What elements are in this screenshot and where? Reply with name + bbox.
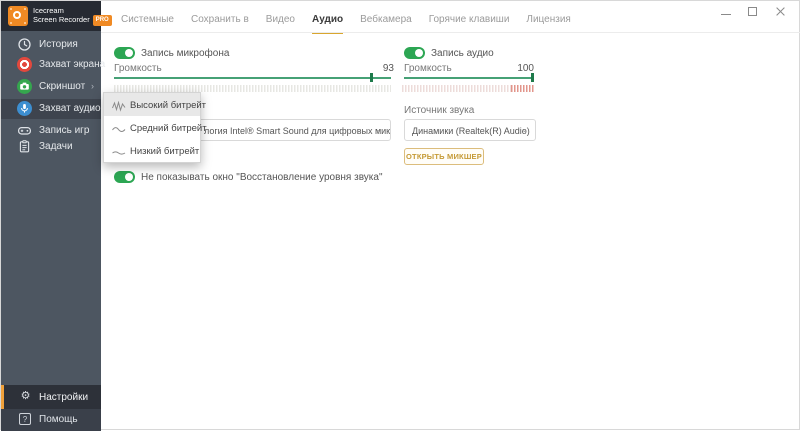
- audio-volume-value: 100: [517, 63, 534, 74]
- help-icon: ?: [19, 413, 31, 425]
- audio-record-toggle-label: Запись аудио: [431, 48, 494, 59]
- waveform-high-icon: [112, 101, 126, 112]
- chevron-right-icon: ›: [91, 59, 94, 69]
- minimize-button[interactable]: [720, 6, 732, 18]
- waveform-low-icon: [112, 151, 126, 155]
- hide-volume-restore-label: Не показывать окно "Восстановление уровн…: [141, 172, 383, 183]
- menu-item-low-bitrate[interactable]: Низкий битрейт: [104, 139, 200, 162]
- app-logo-icon: [8, 6, 28, 26]
- record-icon: [17, 57, 33, 73]
- mic-level-meter: [114, 85, 391, 92]
- sidebar-item-history[interactable]: История: [1, 35, 101, 55]
- sidebar-item-screen-capture[interactable]: Захват экрана ›: [1, 55, 105, 75]
- mic-volume-slider[interactable]: [114, 73, 391, 82]
- mic-record-toggle[interactable]: [114, 47, 135, 59]
- audio-record-toggle[interactable]: [404, 47, 425, 59]
- sidebar-item-audio-capture[interactable]: Захват аудио ›: [1, 99, 101, 119]
- close-button[interactable]: [775, 6, 787, 18]
- minimize-icon: [721, 14, 731, 15]
- active-accent-bar: [1, 385, 4, 409]
- settings-tabbar: Системные Сохранить в Видео Аудио Вебкам…: [121, 14, 571, 34]
- audio-source-label: Источник звука: [404, 105, 475, 116]
- mic-device-select-value: логия Intel® Smart Sound для цифровых ми…: [204, 126, 391, 136]
- sidebar: Icecream Screen Recorder PRO История Захв…: [1, 1, 112, 431]
- app-header: Icecream Screen Recorder PRO: [1, 1, 112, 31]
- app-title: Icecream Screen Recorder PRO: [33, 6, 112, 26]
- audio-volume-label: Громкость: [404, 63, 452, 74]
- open-mixer-button[interactable]: ОТКРЫТЬ МИКШЕР: [404, 148, 484, 165]
- tasks-icon: [17, 139, 33, 155]
- mic-volume-value: 93: [382, 63, 394, 74]
- tab-video[interactable]: Видео: [266, 14, 295, 34]
- audio-device-select[interactable]: Динамики (Realtek(R) Audio) ⌄: [404, 119, 536, 141]
- chevron-right-icon: ›: [91, 103, 94, 113]
- history-icon: [17, 37, 33, 53]
- chevron-right-icon: ›: [91, 81, 94, 91]
- waveform-medium-icon: [112, 127, 126, 132]
- chevron-down-icon: ⌄: [520, 124, 528, 134]
- screenshot-icon: [17, 79, 33, 95]
- tabbar-divider: [101, 32, 800, 33]
- app-window: Icecream Screen Recorder PRO История Захв…: [0, 0, 800, 431]
- menu-item-medium-bitrate[interactable]: Средний битрейт: [104, 116, 207, 139]
- maximize-button[interactable]: [747, 6, 759, 18]
- audio-volume-slider-handle[interactable]: [531, 73, 534, 82]
- microphone-icon: [17, 101, 33, 117]
- tab-license[interactable]: Лицензия: [526, 14, 570, 34]
- audio-device-select-value: Динамики (Realtek(R) Audio): [412, 126, 530, 136]
- sidebar-item-tasks[interactable]: Задачи: [1, 137, 101, 157]
- tab-save-to[interactable]: Сохранить в: [191, 14, 249, 34]
- tab-audio[interactable]: Аудио: [312, 14, 344, 34]
- gear-icon: ⚙: [20, 390, 31, 402]
- bitrate-dropdown-menu: Высокий битрейт Средний битрейт Низкий б…: [103, 92, 207, 163]
- mic-volume-label: Громкость: [114, 63, 162, 74]
- audio-volume-slider[interactable]: [404, 73, 534, 82]
- hide-volume-restore-toggle[interactable]: [114, 171, 135, 183]
- mic-volume-slider-handle[interactable]: [370, 73, 373, 82]
- sidebar-item-settings[interactable]: ⚙ Настройки: [1, 385, 101, 409]
- menu-item-high-bitrate[interactable]: Высокий битрейт: [104, 93, 206, 116]
- sidebar-item-help[interactable]: ? Помощь: [1, 409, 101, 431]
- tab-hotkeys[interactable]: Горячие клавиши: [429, 14, 510, 34]
- tab-system[interactable]: Системные: [121, 14, 174, 34]
- sidebar-item-screenshot[interactable]: Скриншот ›: [1, 77, 101, 97]
- tab-webcam[interactable]: Вебкамера: [360, 14, 412, 34]
- audio-level-meter-hot: [511, 85, 534, 92]
- pro-badge: PRO: [92, 15, 112, 26]
- maximize-icon: [748, 7, 757, 16]
- chevron-down-icon: ⌄: [375, 124, 383, 134]
- mic-record-toggle-label: Запись микрофона: [141, 48, 230, 59]
